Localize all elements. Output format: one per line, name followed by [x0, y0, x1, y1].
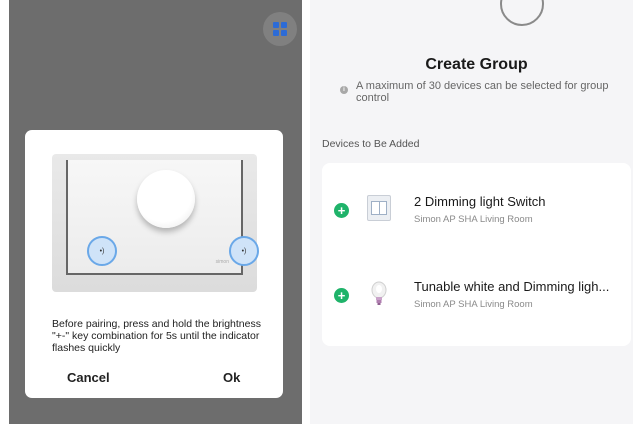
section-label: Devices to Be Added: [322, 138, 420, 150]
create-group-screen: Create Group i A maximum of 30 devices c…: [310, 0, 633, 424]
device-name: Tunable white and Dimming ligh...: [414, 279, 610, 294]
pairing-screen: •) •) simon Before pairing, press and ho…: [9, 0, 302, 424]
dimmer-knob: [137, 170, 195, 228]
switch-illustration: •) •) simon: [52, 154, 259, 294]
pairing-instructions: Before pairing, press and hold the brigh…: [52, 318, 261, 354]
device-name: 2 Dimming light Switch: [414, 194, 546, 209]
device-row[interactable]: + Tunable white and Dimming ligh... Simo…: [322, 268, 631, 328]
grid-icon: [273, 22, 287, 36]
switch-face: •) •) simon: [66, 160, 259, 275]
brand-mark: simon: [215, 259, 229, 265]
switch-plate: •) •) simon: [52, 154, 259, 292]
info-icon: i: [340, 86, 348, 94]
pairing-dialog: •) •) simon Before pairing, press and ho…: [25, 130, 283, 398]
right-touch-key-label: •): [241, 247, 247, 255]
plus-icon[interactable]: +: [334, 203, 349, 218]
switch-icon: [367, 195, 391, 223]
bulb-icon: [367, 280, 391, 308]
group-limit-note: A maximum of 30 devices can be selected …: [356, 80, 609, 104]
device-row[interactable]: + 2 Dimming light Switch Simon AP SHA Li…: [322, 183, 631, 243]
left-touch-key-label: •): [99, 247, 105, 255]
page-title: Create Group: [425, 56, 528, 73]
grid-button[interactable]: [263, 12, 297, 46]
device-room: Simon AP SHA Living Room: [414, 214, 533, 225]
cancel-button[interactable]: Cancel: [67, 370, 110, 385]
plus-icon[interactable]: +: [334, 288, 349, 303]
right-touch-key: •): [229, 236, 259, 266]
device-room: Simon AP SHA Living Room: [414, 299, 533, 310]
ok-button[interactable]: Ok: [223, 370, 240, 385]
device-list: + 2 Dimming light Switch Simon AP SHA Li…: [322, 163, 631, 346]
screen: •) •) simon Before pairing, press and ho…: [0, 0, 633, 424]
left-touch-key: •): [87, 236, 117, 266]
top-handle: [500, 0, 544, 26]
